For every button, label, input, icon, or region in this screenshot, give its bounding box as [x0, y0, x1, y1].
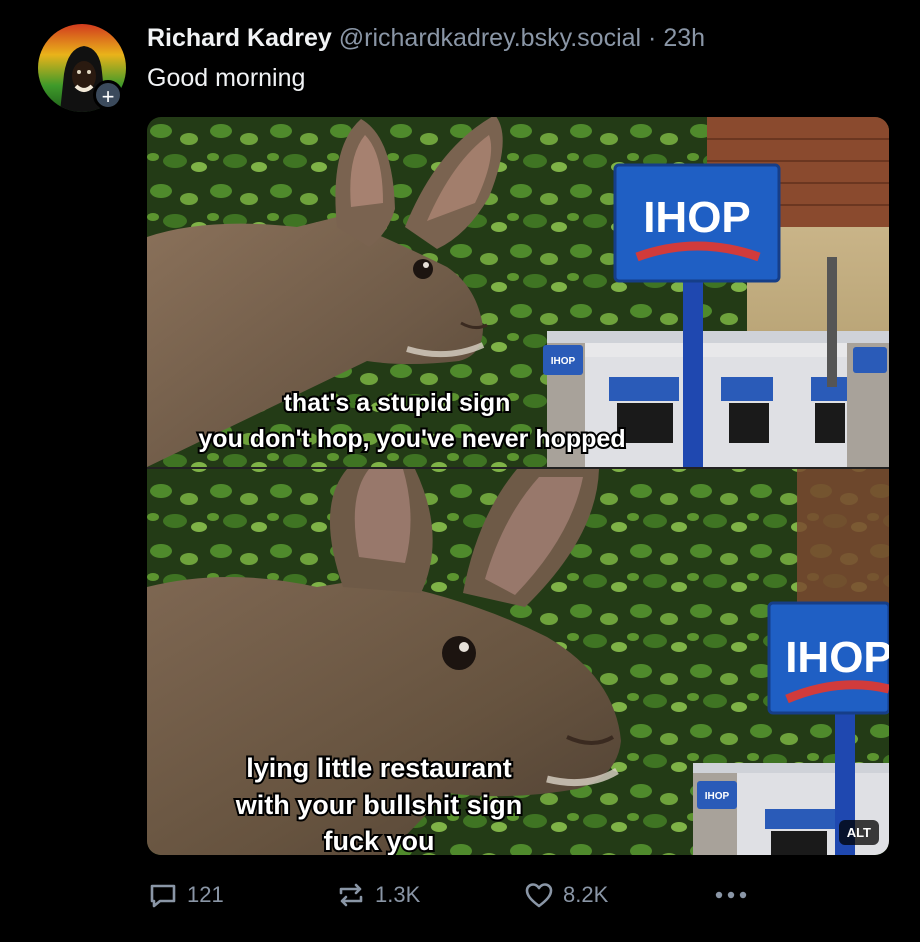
ihop-sign-text-bottom: IHOP — [785, 633, 889, 682]
small-sign-text-top: IHOP — [551, 356, 576, 367]
author-handle[interactable]: @richardkadrey.bsky.social — [339, 24, 641, 52]
post-text: Good morning — [147, 64, 306, 92]
repost-icon — [339, 883, 363, 907]
repost-count: 1.3K — [375, 882, 421, 907]
reply-icon — [150, 884, 176, 908]
reply-button[interactable]: 121 — [147, 872, 224, 918]
post-image[interactable]: IHOP IHOP that's a stupid sign you don't… — [147, 117, 889, 855]
heart-icon — [525, 883, 553, 908]
header-separator: · — [648, 24, 657, 52]
caption-bottom-line-3: fuck you — [323, 826, 434, 855]
bottom-panel: IHOP IHOP lying little restaurant with y… — [147, 469, 889, 855]
post-timestamp[interactable]: 23h — [663, 24, 705, 52]
repost-button[interactable]: 1.3K — [335, 872, 420, 918]
alt-text-button[interactable]: ALT — [838, 820, 879, 845]
caption-bottom-line-1: lying little restaurant — [246, 753, 512, 783]
post-actions-bar: 121 1.3K 8.2K — [147, 872, 889, 918]
ihop-sign-text-top: IHOP — [643, 193, 751, 242]
caption-top-line-2: you don't hop, you've never hopped — [198, 425, 625, 453]
meme-image: IHOP IHOP that's a stupid sign you don't… — [147, 117, 889, 855]
caption-bottom-line-2: with your bullshit sign — [235, 790, 523, 820]
follow-badge-button[interactable]: + — [93, 80, 123, 110]
ellipsis-icon — [715, 891, 747, 899]
more-options-button[interactable] — [711, 872, 751, 918]
post-header: Richard Kadrey @richardkadrey.bsky.socia… — [147, 24, 705, 53]
reply-count: 121 — [187, 882, 224, 907]
small-sign-text-bottom: IHOP — [705, 791, 730, 802]
caption-top-line-1: that's a stupid sign — [284, 389, 511, 417]
top-panel: IHOP IHOP that's a stupid sign you don't… — [147, 117, 889, 467]
panel-divider — [147, 467, 889, 469]
like-button[interactable]: 8.2K — [523, 872, 608, 918]
like-count: 8.2K — [563, 882, 609, 907]
author-name[interactable]: Richard Kadrey — [147, 24, 332, 52]
